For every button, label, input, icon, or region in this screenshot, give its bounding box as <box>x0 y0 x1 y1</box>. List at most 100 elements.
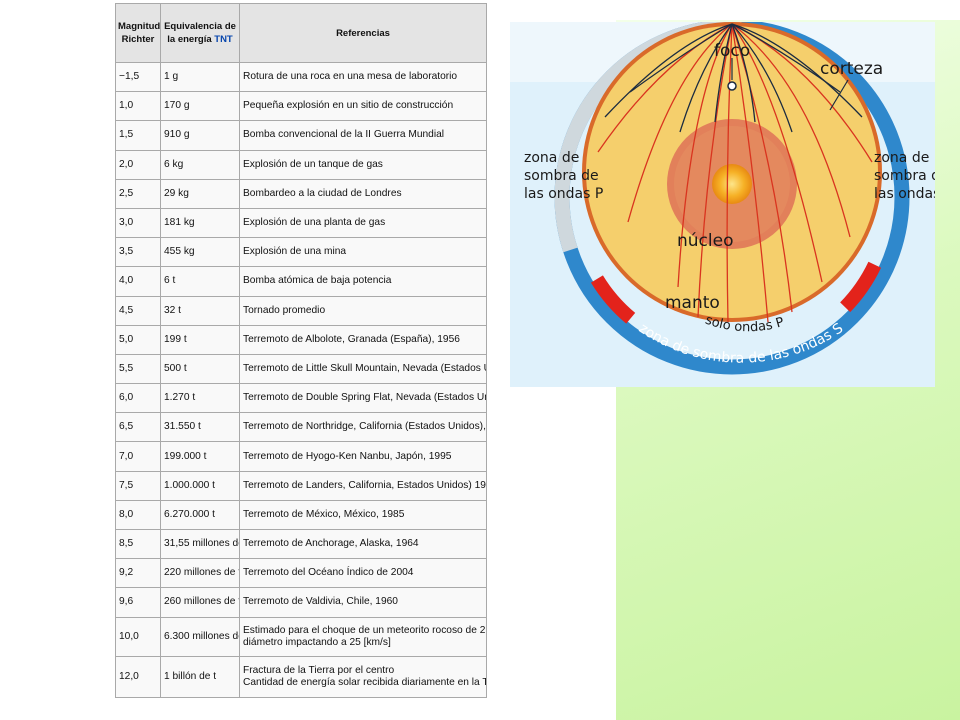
table-row: 6,0 1.270 t Terremoto de Double Spring Fla… <box>115 383 487 414</box>
table-row: 10,06.300 millones de tEstimado para el … <box>115 616 487 657</box>
table-row: 5,5 500 t Terremoto de Little Skull Mounta… <box>115 353 487 385</box>
label-shadow-p-right-3: las ondas <box>874 186 935 202</box>
table-row: 3,5 455 kg Explosión de una mina <box>115 237 487 268</box>
slide: Magnitud Richter Equivalencia de la ener… <box>0 0 960 720</box>
cell-magnitude: 8,0 <box>115 499 161 531</box>
reference-text-line2: diámetro impactando a 25 [km/s] <box>243 636 391 648</box>
cell-tnt-equivalence: 6 kg <box>160 149 240 180</box>
cell-magnitude: 5,5 <box>115 353 161 385</box>
cell-reference: Terremoto del Océano Índico de 2004 <box>239 558 487 589</box>
table-row: 7,5 1.000.000 t Terremoto de Landers, Cali… <box>115 470 487 501</box>
cell-tnt-equivalence: 500 t <box>160 353 240 385</box>
table-row: 3,0 181 kg Explosión de una planta de gas <box>115 207 487 239</box>
table-row: 1,5 910 g Bomba convencional de la II Guer… <box>115 120 487 151</box>
reference-text: Explosión de una planta de gas <box>243 217 386 229</box>
cell-reference: Fractura de la Tierra por el centro Canti… <box>239 655 487 698</box>
reference-text: Terremoto de México, México, 1985 <box>243 508 405 520</box>
tnt-link[interactable]: TNT <box>214 34 232 45</box>
richter-energy-table: Magnitud Richter Equivalencia de la ener… <box>115 3 487 698</box>
table-row: 5,0 199 t Terremoto de Albolote, Granada (… <box>115 324 487 355</box>
cell-reference: Terremoto de Double Spring Flat, Nevada … <box>239 383 487 414</box>
reference-text: Explosión de una mina <box>243 246 347 258</box>
cell-reference: Terremoto de Anchorage, Alaska, 1964 <box>239 528 487 560</box>
reference-text: Bombardeo a la ciudad de Londres <box>243 187 402 199</box>
table-row: 8,531,55 millones de tTerremoto de Ancho… <box>115 528 487 560</box>
cell-tnt-equivalence: 1 g <box>160 61 240 93</box>
reference-text-line2: Cantidad de energía solar recibida diari… <box>243 676 487 688</box>
cell-magnitude: 8,5 <box>115 528 161 560</box>
cell-reference: Tornado promedio <box>239 295 487 326</box>
cell-magnitude: 12,0 <box>115 655 161 698</box>
cell-tnt-equivalence: 199 t <box>160 324 240 355</box>
reference-text: Tornado promedio <box>243 304 326 316</box>
cell-reference: Terremoto de Albolote, Granada (España),… <box>239 324 487 355</box>
cell-magnitude: 4,0 <box>115 266 161 297</box>
reference-text: Terremoto de Little Skull Mountain, Neva… <box>243 362 486 374</box>
label-crust: corteza <box>820 59 883 79</box>
label-core: núcleo <box>677 231 733 251</box>
table-header-row: Magnitud Richter Equivalencia de la ener… <box>115 3 487 63</box>
cell-reference: Bombardeo a la ciudad de Londres <box>239 178 487 209</box>
earth-seismic-diagram: foco corteza zona de sombra de las ondas… <box>510 22 935 387</box>
cell-magnitude: 3,5 <box>115 237 161 268</box>
cell-reference: Terremoto de Little Skull Mountain, Neva… <box>239 353 487 385</box>
cell-reference: Terremoto de Hyogo-Ken Nanbu, Japón, 199… <box>239 441 487 472</box>
cell-magnitude: −1,5 <box>115 61 161 93</box>
cell-tnt-equivalence: 181 kg <box>160 207 240 239</box>
cell-magnitude: 3,0 <box>115 207 161 239</box>
cell-reference: Bomba atómica de baja potencia <box>239 266 487 297</box>
cell-reference: Bomba convencional de la II Guerra Mundi… <box>239 120 487 151</box>
cell-tnt-equivalence: 6.270.000 t <box>160 499 240 531</box>
seismic-waves-svg: foco corteza zona de sombra de las ondas… <box>510 22 935 387</box>
cell-magnitude: 6,0 <box>115 383 161 414</box>
table-row: 8,0 6.270.000 t Terremoto de México, Méxic… <box>115 499 487 531</box>
reference-text: Pequeña explosión en un sitio de constru… <box>243 100 454 112</box>
cell-tnt-equivalence: 170 g <box>160 91 240 122</box>
cell-magnitude: 9,2 <box>115 558 161 589</box>
reference-text: Terremoto de Northridge, California (Est… <box>243 421 487 433</box>
reference-text: Terremoto del Océano Índico de 2004 <box>243 567 414 579</box>
cell-tnt-equivalence: 6 t <box>160 266 240 297</box>
table-row: 2,0 6 kg Explosión de un tanque de gas <box>115 149 487 180</box>
cell-magnitude: 2,5 <box>115 178 161 209</box>
inner-core <box>712 164 752 204</box>
table-row: 4,5 32 t Tornado promedio <box>115 295 487 326</box>
table-row: 6,5 31.550 t Terremoto de Northridge, Cali… <box>115 412 487 443</box>
cell-magnitude: 5,0 <box>115 324 161 355</box>
label-shadow-p-left-2: sombra de <box>524 168 599 184</box>
table-row: 7,0 199.000 t Terremoto de Hyogo-Ken Nanbu… <box>115 441 487 472</box>
cell-magnitude: 2,0 <box>115 149 161 180</box>
table-body: −1,5 1 g Rotura de una roca en una mesa de… <box>115 61 487 698</box>
reference-text: Explosión de un tanque de gas <box>243 158 383 170</box>
richter-table-container: Magnitud Richter Equivalencia de la ener… <box>115 3 487 698</box>
label-shadow-p-left-1: zona de <box>524 150 579 166</box>
table-row: 9,6 260 millones de t Terremoto de Valdivi… <box>115 587 487 618</box>
cell-tnt-equivalence: 199.000 t <box>160 441 240 472</box>
cell-tnt-equivalence: 29 kg <box>160 178 240 209</box>
reference-text: Estimado para el choque de un meteorito … <box>243 624 486 636</box>
table-row: 12,0 1 billón de t Fractura de la Tierra p… <box>115 655 487 698</box>
cell-reference: Explosión de una mina <box>239 237 487 268</box>
reference-text: Bomba atómica de baja potencia <box>243 275 392 287</box>
cell-tnt-equivalence: 6.300 millones de t <box>160 616 240 657</box>
table-row: 2,5 29 kg Bombardeo a la ciudad de Londres <box>115 178 487 209</box>
label-shadow-p-right-1: zona de <box>874 150 929 166</box>
cell-magnitude: 4,5 <box>115 295 161 326</box>
table-row: −1,5 1 g Rotura de una roca en una mesa de… <box>115 61 487 93</box>
focus-point <box>727 81 737 91</box>
header-magnitude: Magnitud Richter <box>115 3 161 63</box>
table-row: 9,2 220 millones de t Terremoto del Océano… <box>115 558 487 589</box>
cell-magnitude: 6,5 <box>115 412 161 443</box>
reference-text: Terremoto de Double Spring Flat, Nevada … <box>243 392 486 404</box>
header-tnt-equivalence: Equivalencia de la energía TNT <box>160 3 240 63</box>
reference-text: Terremoto de Hyogo-Ken Nanbu, Japón, 199… <box>243 450 452 462</box>
cell-magnitude: 7,5 <box>115 470 161 501</box>
cell-reference: Terremoto de Landers, California, Estado… <box>239 470 487 501</box>
header-references: Referencias <box>239 3 487 63</box>
cell-reference: Pequeña explosión en un sitio de constru… <box>239 91 487 122</box>
cell-reference: Estimado para el choque de un meteorito … <box>239 616 487 657</box>
cell-tnt-equivalence: 1.270 t <box>160 383 240 414</box>
cell-reference: Terremoto de Northridge, California (Est… <box>239 412 487 443</box>
cell-reference: Explosión de un tanque de gas <box>239 149 487 180</box>
cell-tnt-equivalence: 910 g <box>160 120 240 151</box>
